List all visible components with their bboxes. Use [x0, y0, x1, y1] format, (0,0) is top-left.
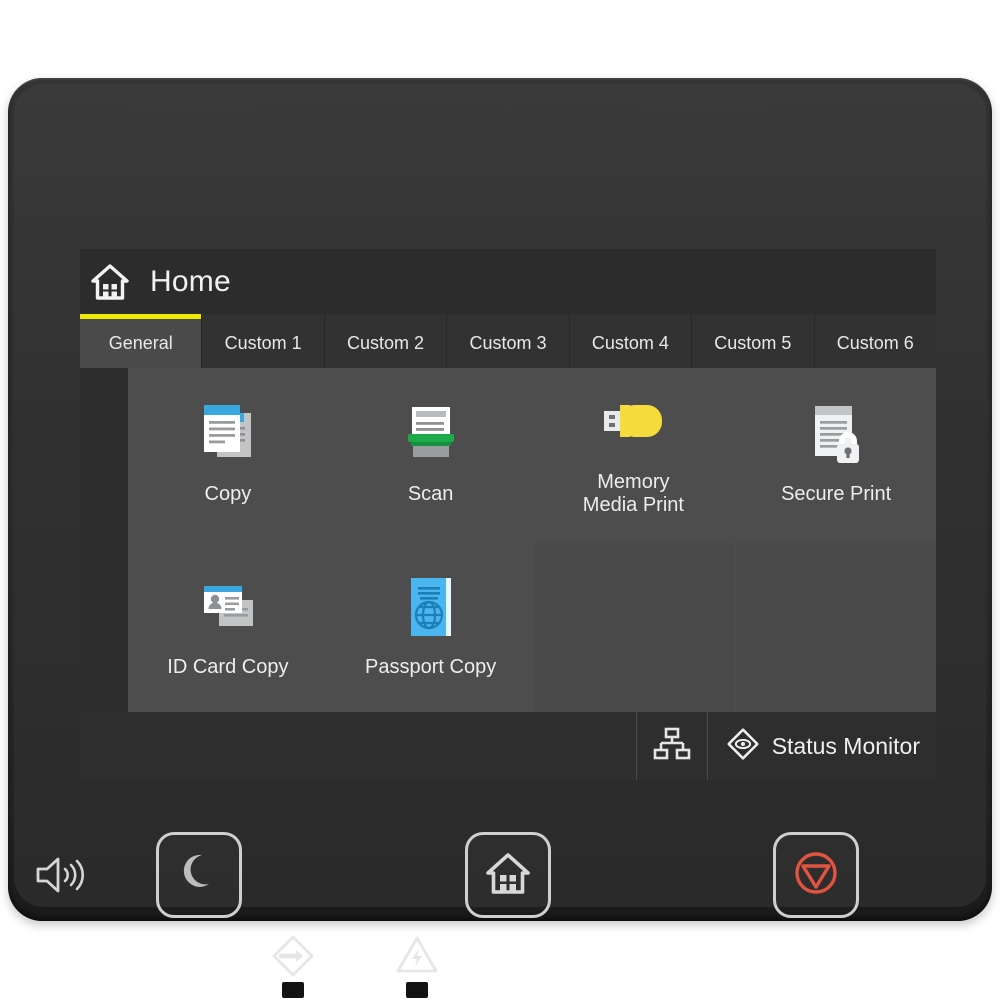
tile-memory-media-print[interactable]: Memory Media Print: [533, 368, 734, 539]
stop-button[interactable]: [773, 832, 859, 918]
status-bar: Status Monitor: [80, 712, 936, 780]
passport-book-icon: [394, 570, 468, 644]
error-indicator: [394, 933, 440, 979]
speaker-volume-icon: [34, 853, 88, 897]
home-icon: [90, 262, 130, 302]
tab-bar: General Custom 1 Custom 2 Custom 3 Custo…: [80, 314, 936, 368]
data-indicator: [270, 933, 316, 979]
function-tile-grid: Copy Scan Memory Media Print Secure Prin…: [128, 368, 936, 712]
crescent-moon-icon: [176, 850, 222, 901]
tile-scan[interactable]: Scan: [330, 368, 531, 539]
status-monitor-button[interactable]: Status Monitor: [708, 712, 936, 780]
tile-empty-2: [736, 541, 936, 712]
tab-label: Custom 3: [469, 332, 547, 353]
home-house-icon: [484, 849, 532, 902]
tab-custom-4[interactable]: Custom 4: [569, 314, 693, 368]
tile-label: Scan: [407, 482, 454, 505]
tile-label: Passport Copy: [365, 656, 497, 679]
status-monitor-eye-icon: [726, 727, 760, 766]
tab-custom-5[interactable]: Custom 5: [692, 314, 815, 368]
copy-documents-icon: [191, 397, 265, 471]
energy-saver-button[interactable]: [156, 832, 242, 918]
tab-label: Custom 2: [347, 332, 425, 353]
tab-label: Custom 1: [224, 332, 302, 353]
tile-passport-copy[interactable]: Passport Copy: [330, 541, 531, 712]
home-button[interactable]: [465, 832, 551, 918]
tab-custom-6[interactable]: Custom 6: [814, 314, 936, 368]
page-title: Home: [150, 264, 231, 298]
tab-general[interactable]: General: [80, 314, 203, 368]
scanner-icon: [394, 397, 468, 471]
network-lan-icon: [652, 726, 692, 767]
document-lock-icon: [799, 397, 873, 471]
tab-label: Custom 5: [714, 332, 792, 353]
id-card-icon: [191, 570, 265, 644]
tab-custom-2[interactable]: Custom 2: [324, 314, 448, 368]
tile-secure-print[interactable]: Secure Print: [736, 368, 936, 539]
status-monitor-label: Status Monitor: [771, 732, 920, 759]
screen-titlebar: Home: [80, 249, 936, 314]
tile-id-card-copy[interactable]: ID Card Copy: [128, 541, 328, 712]
data-indicator-tab: [282, 982, 304, 998]
usb-flash-drive-icon: [596, 385, 670, 459]
tab-label: General: [108, 332, 173, 353]
tile-label: Memory Media Print: [582, 471, 684, 517]
tab-custom-3[interactable]: Custom 3: [447, 314, 570, 368]
error-indicator-tab: [406, 982, 428, 998]
tile-label: Copy: [204, 482, 252, 505]
printer-control-panel: Home General Custom 1 Custom 2 Custom 3 …: [8, 78, 992, 998]
stop-triangle-icon: [792, 849, 840, 902]
tab-label: Custom 6: [836, 332, 914, 353]
tab-custom-1[interactable]: Custom 1: [202, 314, 325, 368]
tile-label: Secure Print: [781, 482, 892, 505]
tile-copy[interactable]: Copy: [128, 368, 328, 539]
lcd-screen[interactable]: Home General Custom 1 Custom 2 Custom 3 …: [80, 249, 936, 780]
tab-label: Custom 4: [591, 332, 669, 353]
network-lan-button[interactable]: [635, 712, 708, 780]
tile-label: ID Card Copy: [167, 656, 289, 679]
tile-empty-1: [533, 541, 734, 712]
